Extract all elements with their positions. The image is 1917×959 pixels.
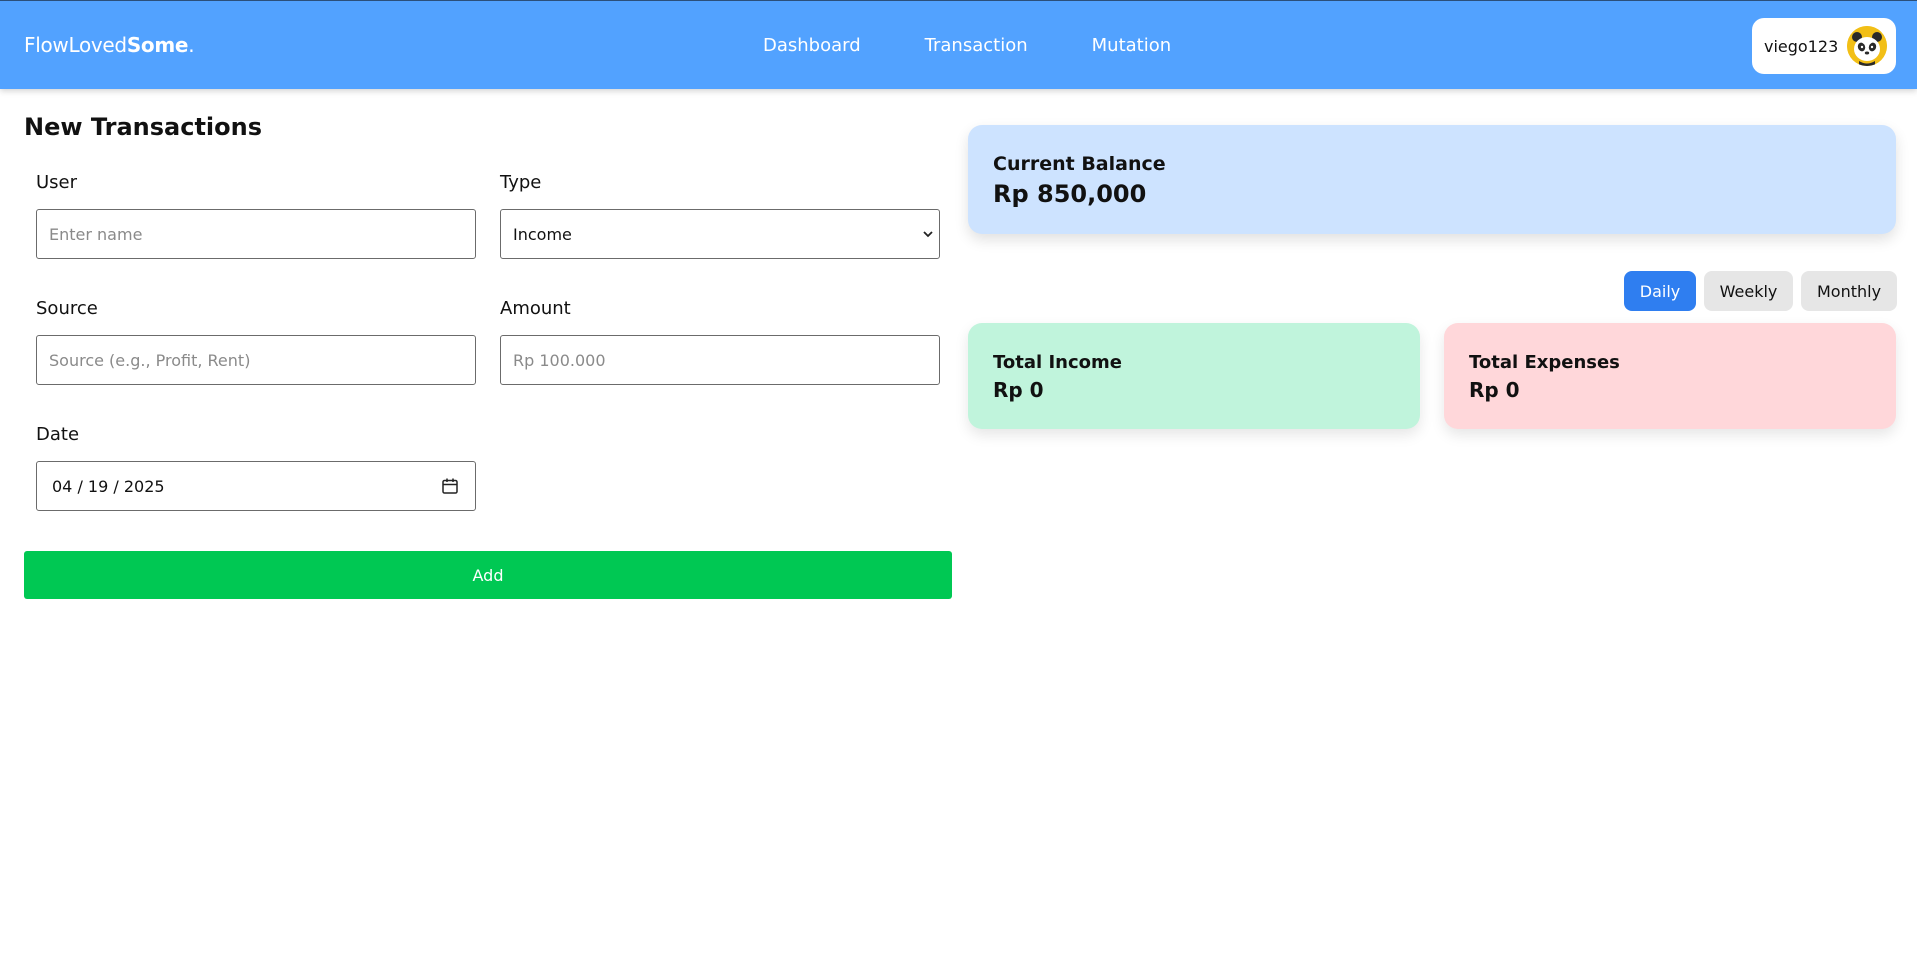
type-select[interactable]: Income <box>500 209 940 259</box>
brand-text-part1: FlowLoved <box>24 33 127 57</box>
date-input[interactable]: 04 / 19 / 2025 <box>36 461 476 511</box>
amount-input[interactable] <box>500 335 940 385</box>
period-weekly-button[interactable]: Weekly <box>1704 271 1793 311</box>
user-label: User <box>36 172 78 193</box>
user-menu[interactable]: viego123 <box>1752 18 1896 74</box>
navbar: FlowLovedSome. Dashboard Transaction Mut… <box>0 0 1917 89</box>
total-expenses-card: Total Expenses Rp 0 <box>1444 323 1896 429</box>
calendar-icon[interactable] <box>441 477 459 495</box>
expense-value: Rp 0 <box>1469 378 1520 402</box>
brand-text-part2: Some <box>126 33 189 57</box>
expense-label: Total Expenses <box>1469 352 1620 373</box>
balance-value: Rp 850,000 <box>993 180 1147 208</box>
chevron-down-icon <box>923 227 933 241</box>
type-select-value: Income <box>513 224 572 244</box>
date-value: 04 / 19 / 2025 <box>52 476 165 496</box>
nav-link-dashboard[interactable]: Dashboard <box>763 35 861 56</box>
type-label: Type <box>500 172 542 193</box>
income-label: Total Income <box>993 352 1122 373</box>
brand-logo[interactable]: FlowLovedSome. <box>24 33 195 57</box>
amount-label: Amount <box>500 298 571 319</box>
add-button[interactable]: Add <box>24 551 952 599</box>
period-monthly-button[interactable]: Monthly <box>1801 271 1897 311</box>
source-input[interactable] <box>36 335 476 385</box>
user-name-input[interactable] <box>36 209 476 259</box>
nav-link-mutation[interactable]: Mutation <box>1092 35 1172 56</box>
brand-text-part3: . <box>188 33 195 57</box>
panda-avatar-icon <box>1847 26 1887 66</box>
balance-label: Current Balance <box>993 153 1166 175</box>
income-value: Rp 0 <box>993 378 1044 402</box>
period-daily-button[interactable]: Daily <box>1624 271 1696 311</box>
nav-link-transaction[interactable]: Transaction <box>925 35 1028 56</box>
username: viego123 <box>1764 36 1839 56</box>
current-balance-card: Current Balance Rp 850,000 <box>968 125 1896 234</box>
date-label: Date <box>36 424 80 445</box>
source-label: Source <box>36 298 98 319</box>
nav-links: Dashboard Transaction Mutation <box>763 35 1171 56</box>
page-title: New Transactions <box>24 113 263 141</box>
total-income-card: Total Income Rp 0 <box>968 323 1420 429</box>
